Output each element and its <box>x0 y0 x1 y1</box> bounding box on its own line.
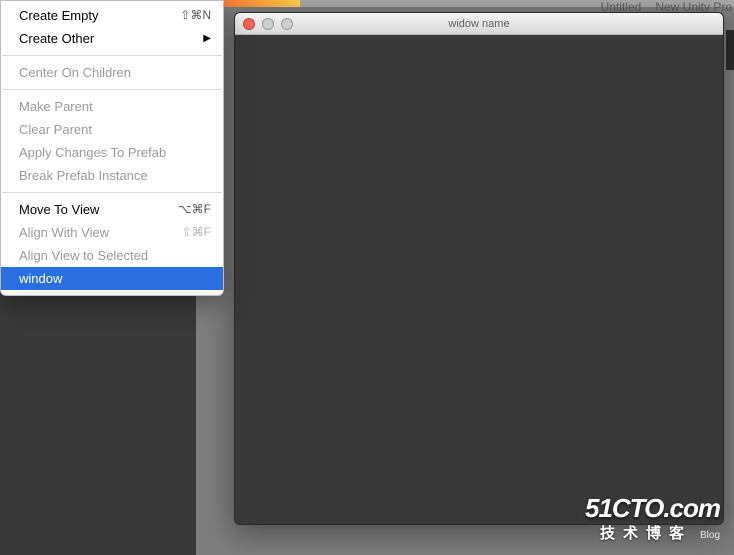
menu-shortcut: ⌥⌘F <box>178 201 211 218</box>
watermark-sub-en: Blog <box>700 530 720 541</box>
menu-label: Clear Parent <box>19 121 92 138</box>
watermark-sub-cn: 技术博客 <box>600 522 692 543</box>
menu-item-move-to-view[interactable]: Move To View ⌥⌘F <box>1 198 223 221</box>
menu-item-create-other[interactable]: Create Other ▶ <box>1 27 223 50</box>
menu-label: Center On Children <box>19 64 131 81</box>
menu-item-align-view-to-selected: Align View to Selected <box>1 244 223 267</box>
watermark-main: 51CTO.com <box>585 493 720 524</box>
window-titlebar[interactable]: widow name <box>235 13 723 35</box>
submenu-arrow-icon: ▶ <box>203 30 211 47</box>
menu-item-center-on-children: Center On Children <box>1 61 223 84</box>
menu-label: Create Other <box>19 30 94 47</box>
menu-item-align-with-view: Align With View ⇧⌘F <box>1 221 223 244</box>
custom-window: widow name <box>234 12 724 525</box>
right-edge-peek <box>726 30 734 70</box>
menu-shortcut: ⇧⌘N <box>180 7 211 24</box>
menu-label: Create Empty <box>19 7 98 24</box>
menu-separator <box>2 192 222 193</box>
watermark-main-text: 51CTO.com <box>585 493 720 523</box>
menu-separator <box>2 55 222 56</box>
menu-label: Apply Changes To Prefab <box>19 144 166 161</box>
menu-label: Make Parent <box>19 98 93 115</box>
menu-label: Align With View <box>19 224 109 241</box>
watermark-sub: 技术博客 Blog <box>585 522 720 543</box>
menu-label: Align View to Selected <box>19 247 148 264</box>
menu-item-apply-changes-to-prefab: Apply Changes To Prefab <box>1 141 223 164</box>
menu-item-clear-parent: Clear Parent <box>1 118 223 141</box>
menu-label: Break Prefab Instance <box>19 167 148 184</box>
menu-label: Move To View <box>19 201 99 218</box>
left-dark-panel <box>0 254 196 555</box>
menu-item-make-parent: Make Parent <box>1 95 223 118</box>
menu-separator <box>2 89 222 90</box>
menu-label: window <box>19 270 62 287</box>
menu-shortcut: ⇧⌘F <box>182 224 211 241</box>
menu-item-window[interactable]: window <box>1 267 223 290</box>
menu-item-break-prefab-instance: Break Prefab Instance <box>1 164 223 187</box>
window-title: widow name <box>235 18 723 30</box>
menu-item-create-empty[interactable]: Create Empty ⇧⌘N <box>1 4 223 27</box>
watermark: 51CTO.com 技术博客 Blog <box>585 493 720 543</box>
gameobject-context-menu: Create Empty ⇧⌘N Create Other ▶ Center O… <box>0 0 224 296</box>
